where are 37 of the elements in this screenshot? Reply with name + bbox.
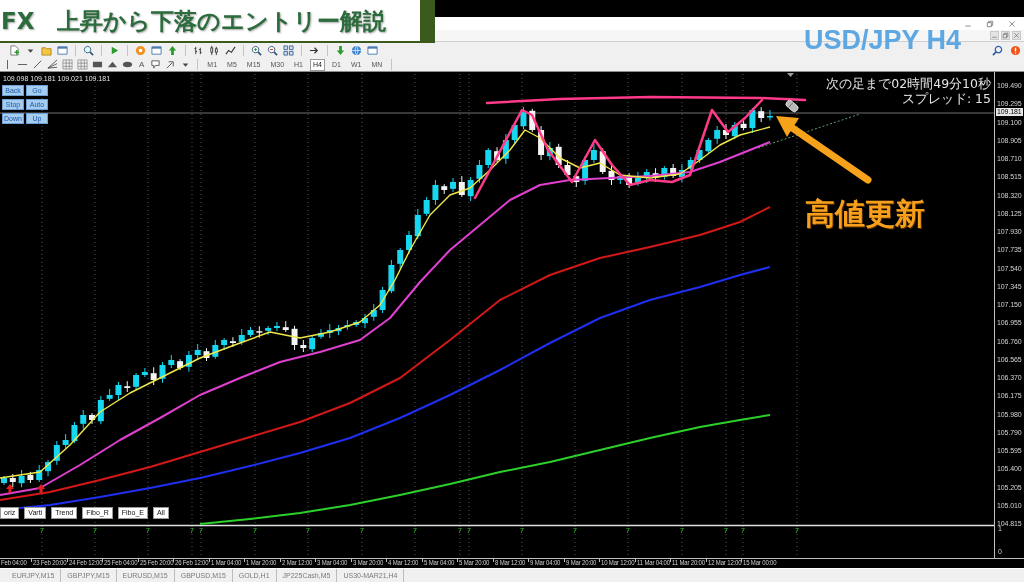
window-icon[interactable] <box>151 44 162 56</box>
up-arrow-icon <box>6 484 14 493</box>
magnifier-icon[interactable] <box>83 44 94 56</box>
alert-badge-icon[interactable] <box>1010 44 1021 56</box>
document-plus-icon[interactable] <box>9 44 20 56</box>
search-icon[interactable] <box>992 44 1003 56</box>
close-icon[interactable] <box>1008 19 1016 28</box>
candlestick-icon[interactable] <box>209 44 220 56</box>
triangle-marker-icon <box>787 73 794 77</box>
banner-title: FX 上昇から下落のエントリー解説 <box>1 6 387 36</box>
arrow-icon[interactable] <box>165 59 177 70</box>
down-arrow-icon[interactable] <box>335 44 346 56</box>
text-tool-button[interactable]: A <box>137 59 147 70</box>
line-chart-icon[interactable] <box>225 44 236 56</box>
fan-lines-icon[interactable] <box>47 59 58 70</box>
window-icon[interactable] <box>367 44 378 56</box>
bar-chart-icon[interactable] <box>193 44 204 56</box>
zoom-in-icon[interactable] <box>251 44 262 56</box>
globe-icon[interactable] <box>351 44 362 56</box>
speech-bubble-icon[interactable] <box>150 59 162 70</box>
zoom-out-icon[interactable] <box>267 44 278 56</box>
triangle-icon[interactable] <box>107 59 118 70</box>
restore-icon[interactable] <box>986 19 994 28</box>
close-icon[interactable] <box>1012 31 1021 40</box>
restore-icon[interactable] <box>1001 31 1010 40</box>
info-text: スプレッド: 15 <box>901 91 991 106</box>
symbol-overlay-label: USD/JPY H4 <box>804 26 962 54</box>
annotation-text: 高値更新 <box>805 196 925 232</box>
window-icon[interactable] <box>57 44 68 56</box>
rectangle-icon[interactable] <box>92 59 103 70</box>
grid-icon[interactable] <box>77 59 88 70</box>
info-text: 次の足まで02時間49分10秒 <box>826 76 991 91</box>
tile-icon[interactable] <box>283 44 294 56</box>
diagonal-line-icon[interactable] <box>32 59 43 70</box>
up-arrow-icon <box>37 484 45 493</box>
grid-icon[interactable] <box>62 59 73 70</box>
play-icon[interactable] <box>109 44 120 56</box>
